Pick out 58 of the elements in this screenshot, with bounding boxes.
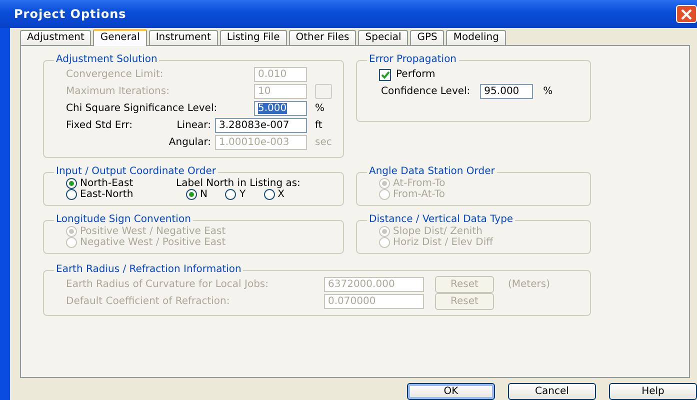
radio-label: Slope Dist/ Zenith	[393, 226, 482, 236]
group-title: Distance / Vertical Data Type	[368, 214, 514, 226]
radio-label: Y	[239, 188, 246, 200]
unit-label: %	[543, 86, 553, 98]
radio-label: X	[278, 188, 284, 200]
dialog-button[interactable]: Cancel	[508, 383, 596, 400]
tab[interactable]: Special	[358, 30, 408, 45]
window-title: Project Options	[13, 6, 126, 22]
field-label: Chi Square Significance Level:	[66, 102, 218, 114]
tab[interactable]: Listing File	[220, 30, 287, 45]
field-label: Confidence Level:	[381, 86, 470, 98]
unit-label: (Meters)	[508, 278, 550, 290]
field-label: Maximum Iterations:	[66, 86, 170, 98]
radio-label: Horiz Dist / Elev Diff	[393, 236, 494, 248]
group-title: Input / Output Coordinate Order	[55, 166, 217, 178]
unit-label: %	[315, 102, 325, 114]
check-icon	[380, 70, 390, 78]
radio-label: Negative West / Positive East	[80, 236, 226, 248]
radio-button[interactable]	[66, 189, 77, 200]
dialog-button[interactable]: OK	[407, 383, 495, 400]
radio-button[interactable]	[66, 178, 77, 189]
tab[interactable]: GPS	[410, 30, 444, 45]
tab[interactable]: Modeling	[446, 30, 506, 45]
field-label: Linear:	[176, 120, 211, 132]
field-label: Default Coefficient of Refraction:	[66, 296, 231, 308]
tab[interactable]: Adjustment	[20, 30, 92, 45]
checkbox[interactable]	[379, 68, 391, 80]
unit-label: sec	[315, 136, 332, 148]
radio-label: Positive West / Negative East	[80, 226, 226, 236]
input-field[interactable]: 5.000	[254, 101, 307, 116]
close-icon	[681, 8, 692, 20]
radio-label: North-East	[80, 178, 134, 189]
radio-button[interactable]	[186, 189, 197, 200]
group-title: Earth Radius / Refraction Information	[55, 264, 242, 276]
field-label: Angular:	[168, 136, 211, 148]
unit-label: ft	[315, 120, 322, 130]
tab[interactable]: Instrument	[148, 30, 218, 45]
radio-label: N	[200, 188, 208, 200]
checkbox-label: Perform	[396, 68, 436, 80]
input-field[interactable]: 3.28083e-007	[215, 118, 307, 133]
radio-button[interactable]	[264, 189, 275, 200]
field-label: Convergence Limit:	[66, 68, 164, 80]
field-label: Label North in Listing as:	[176, 178, 300, 189]
group-title: Error Propagation	[368, 54, 458, 66]
tab[interactable]: Other Files	[288, 30, 356, 45]
field-label: Fixed Std Err:	[66, 120, 132, 132]
dialog-button[interactable]: Help	[609, 383, 697, 400]
group-title: Angle Data Station Order	[368, 166, 496, 178]
group-title: Adjustment Solution	[55, 54, 158, 66]
radio-label: East-North	[80, 188, 134, 200]
radio-button[interactable]	[225, 189, 236, 200]
radio-label: At-From-To	[393, 178, 446, 190]
close-button[interactable]	[676, 5, 697, 23]
field-label: Earth Radius of Curvature for Local Jobs:	[66, 278, 270, 290]
input-field[interactable]: 95.000	[480, 84, 534, 99]
group-title: Longitude Sign Convention	[55, 214, 192, 226]
radio-label: From-At-To	[393, 188, 445, 200]
tab[interactable]: General	[93, 29, 147, 46]
